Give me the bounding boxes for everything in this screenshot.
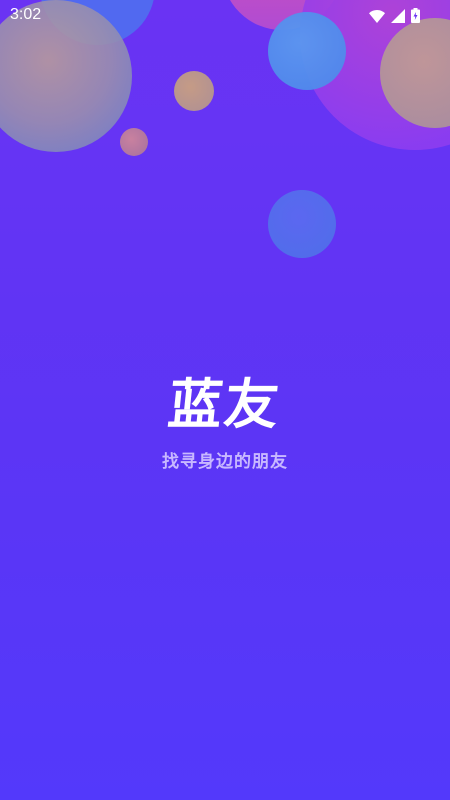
status-time: 3:02 — [10, 6, 42, 23]
app-slogan: 找寻身边的朋友 — [162, 452, 288, 472]
app-title: 蓝友 — [165, 373, 284, 436]
cell-signal-icon — [391, 8, 405, 27]
brand-block: 蓝友 找寻身边的朋友 — [0, 360, 450, 472]
status-bar: 3:02 — [0, 0, 450, 30]
wifi-icon — [369, 8, 385, 27]
status-icons — [369, 8, 420, 27]
decorative-bubble — [268, 190, 336, 258]
battery-charging-icon — [411, 8, 420, 27]
decorative-bubble — [120, 128, 148, 156]
decorative-bubble — [174, 71, 214, 111]
splash-screen: 3:02 蓝友 找寻身边的朋友 — [0, 0, 450, 800]
